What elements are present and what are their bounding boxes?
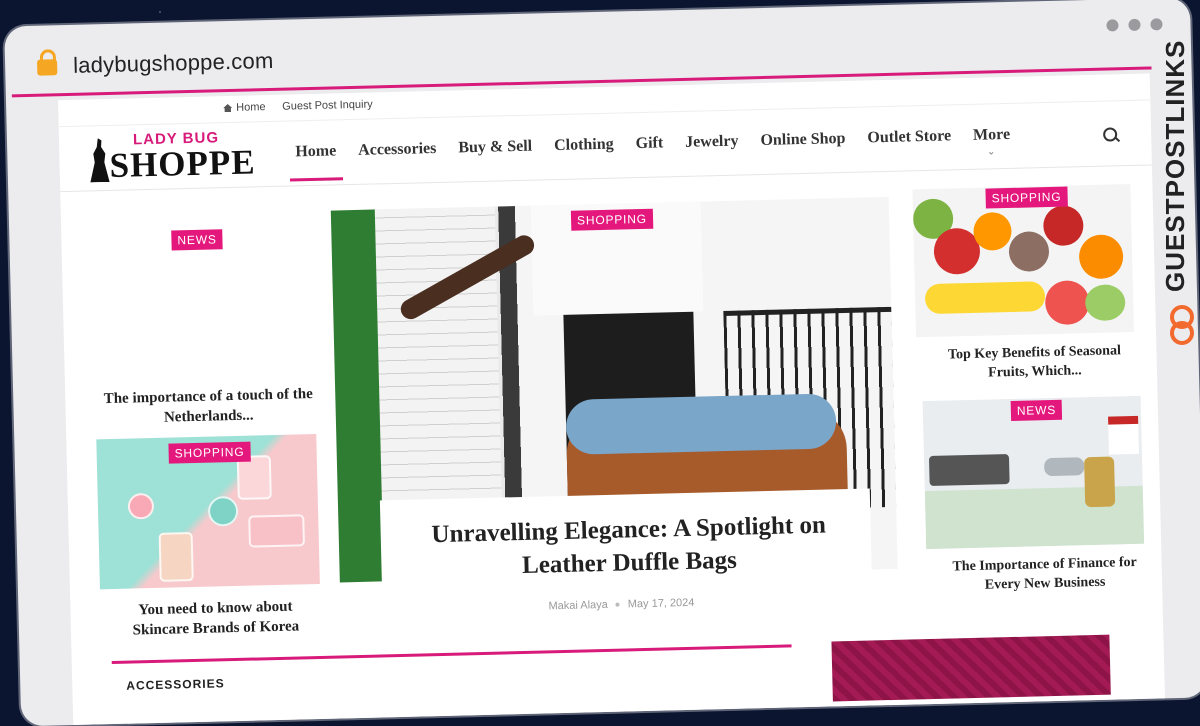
browser-window: ladybugshoppe.com Home Guest Post Inquir… [4, 0, 1200, 726]
toy-car-shape [1044, 457, 1085, 477]
hero-denim-jacket-shape [565, 393, 837, 455]
skincare-bottle-shape [248, 514, 305, 548]
chevron-down-icon: ⌄ [987, 146, 996, 157]
fruit-shape [1044, 280, 1090, 326]
hero-date: May 17, 2024 [627, 596, 695, 611]
lock-icon [36, 59, 58, 76]
nav-item-buy-sell[interactable]: Buy & Sell [458, 138, 532, 158]
web-page: Home Guest Post Inquiry LADY BUG SHOPPE … [57, 73, 1166, 726]
site-logo[interactable]: LADY BUG SHOPPE [87, 128, 257, 185]
section-title-accessories: ACCESSORIES [126, 676, 225, 693]
category-badge-shopping[interactable]: SHOPPING [985, 186, 1068, 209]
article-title-finance[interactable]: The Importance of Finance for Every New … [944, 554, 1145, 597]
article-title-skincare[interactable]: You need to know about Skincare Brands o… [110, 596, 321, 642]
link-chain-icon [1170, 305, 1194, 345]
section-divider [111, 644, 792, 665]
article-title-netherlands[interactable]: The importance of a touch of the Netherl… [103, 384, 314, 430]
address-bar-url[interactable]: ladybugshoppe.com [73, 48, 274, 79]
window-dot-icon[interactable] [1128, 18, 1141, 32]
window-dot-icon[interactable] [1150, 18, 1163, 31]
banana-shape [924, 281, 1046, 315]
nav-item-jewelry[interactable]: Jewelry [685, 133, 739, 152]
fruit-shape [1042, 205, 1084, 247]
topbar-home-label: Home [236, 101, 266, 114]
window-controls [1106, 18, 1163, 32]
nav-item-gift[interactable]: Gift [635, 134, 663, 153]
fruit-shape [1078, 234, 1124, 280]
topbar-guest-post-link[interactable]: Guest Post Inquiry [282, 99, 373, 113]
nav-item-more[interactable]: More ⌄ [972, 125, 1011, 157]
skincare-bottle-shape [158, 532, 194, 582]
skincare-bottle-shape [236, 455, 272, 500]
topbar-home-link[interactable]: Home [223, 101, 266, 114]
nav-item-outlet-store[interactable]: Outlet Store [867, 127, 951, 147]
search-icon[interactable] [1102, 127, 1118, 142]
hero-article-title[interactable]: Unravelling Elegance: A Spotlight on Lea… [398, 509, 859, 585]
watermark-text: GUESTPOSTLINKS [1160, 39, 1190, 292]
article-title-seasonal-fruits[interactable]: Top Key Benefits of Seasonal Fruits, Whi… [934, 342, 1135, 385]
main-nav: Home Accessories Buy & Sell Clothing Gif… [295, 126, 1010, 161]
calculator-shape [928, 454, 1010, 487]
nav-item-more-label: More [972, 125, 1011, 144]
fruit-shape [973, 211, 1012, 251]
skincare-jar-shape [127, 492, 155, 520]
lady-silhouette-icon [87, 138, 112, 183]
home-icon [223, 104, 232, 112]
logo-bottom-text: SHOPPE [109, 142, 257, 185]
category-badge-news[interactable]: NEWS [171, 229, 223, 251]
hero-author[interactable]: Makai Alaya [548, 599, 608, 612]
meta-separator [615, 602, 620, 607]
category-badge-shopping[interactable]: SHOPPING [570, 208, 654, 231]
category-badge-shopping[interactable]: SHOPPING [168, 441, 251, 464]
fruit-shape [1008, 231, 1050, 272]
window-dot-icon[interactable] [1106, 19, 1119, 32]
nav-item-home[interactable]: Home [295, 142, 336, 161]
nav-item-online-shop[interactable]: Online Shop [760, 130, 845, 150]
nav-item-accessories[interactable]: Accessories [358, 140, 437, 160]
house-model-shape [1108, 415, 1139, 455]
chain-ring-shape [1170, 321, 1194, 345]
nav-item-clothing[interactable]: Clothing [554, 136, 614, 155]
coin-stack-shape [1084, 456, 1116, 508]
promo-banner[interactable] [831, 634, 1111, 702]
grapes-shape [1084, 284, 1126, 322]
category-badge-news[interactable]: NEWS [1010, 399, 1063, 422]
skincare-jar-shape [207, 495, 239, 527]
